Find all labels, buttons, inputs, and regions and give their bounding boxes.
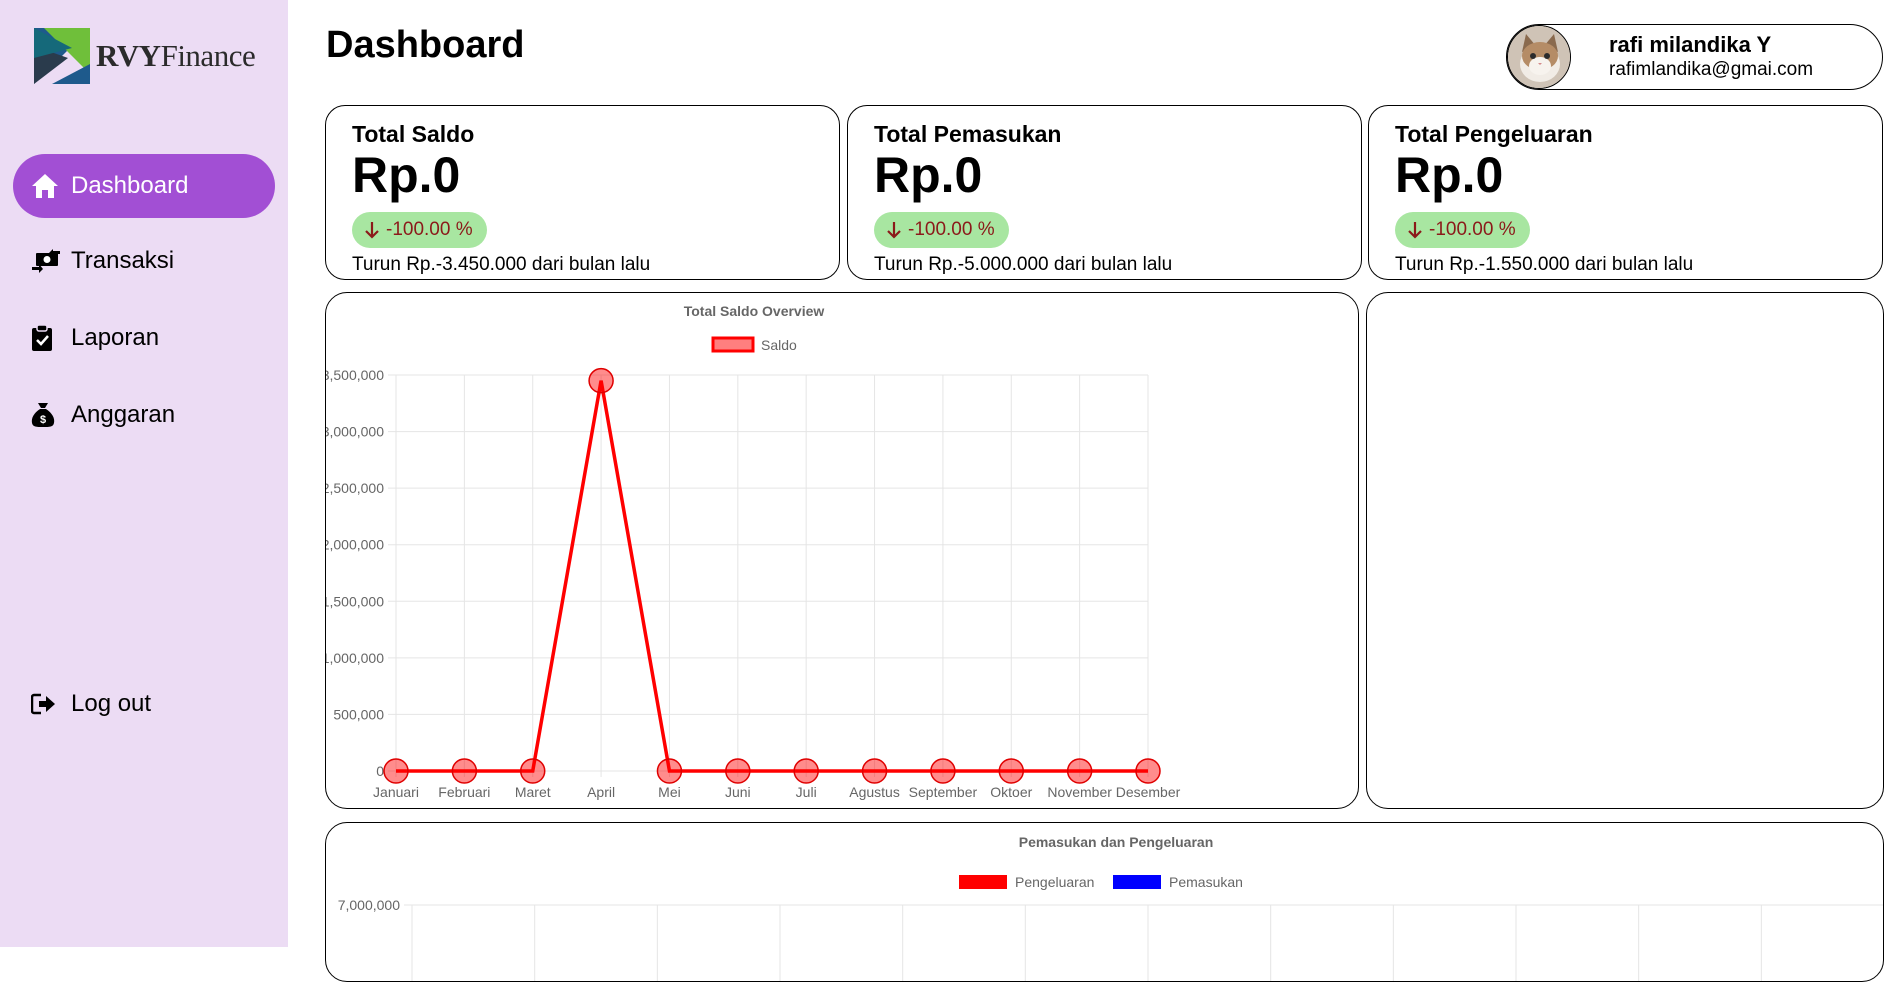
x-tick-label: Desember (1116, 784, 1181, 800)
x-tick-label: November (1047, 784, 1112, 800)
stat-card-total-pengeluaran: Total Pengeluaran Rp.0 -100.00 % Turun R… (1368, 105, 1883, 280)
legend-label: Pemasukan (1169, 874, 1243, 890)
x-tick-label: September (909, 784, 978, 800)
sidebar-item-label: Dashboard (71, 172, 189, 199)
income-expense-chart-card: Pemasukan dan Pengeluaran Pengeluaran Pema… (325, 822, 1884, 982)
logout-icon (31, 690, 63, 718)
change-badge-text: -100.00 % (908, 219, 995, 240)
app-logo[interactable]: RVYFinance (34, 28, 256, 84)
logo-text: RVYFinance (96, 38, 256, 73)
stat-card-total-saldo: Total Saldo Rp.0 -100.00 % Turun Rp.-3.4… (325, 105, 840, 280)
x-tick-label: Februari (438, 784, 490, 800)
sidebar-item-dashboard[interactable]: Dashboard (13, 154, 275, 218)
stat-value: Rp.0 (874, 147, 983, 203)
main-content: Dashboard rafi milandika Y rafimlandika@… (288, 0, 1891, 982)
stat-value: Rp.0 (1395, 147, 1504, 203)
y-tick-label: 7,000,000 (338, 897, 400, 913)
change-badge: -100.00 % (352, 212, 487, 248)
stat-note: Turun Rp.-1.550.000 dari bulan lalu (1395, 254, 1694, 275)
data-point (998, 758, 1025, 784)
data-point (519, 758, 546, 784)
svg-text:$: $ (40, 414, 46, 426)
stat-value: Rp.0 (352, 147, 461, 203)
x-tick-label: Oktoer (990, 784, 1032, 800)
data-point (451, 758, 478, 784)
series-line-saldo (396, 380, 1148, 773)
x-tick-label: Agustus (849, 784, 900, 800)
sidebar-item-laporan[interactable]: Laporan (13, 306, 275, 370)
data-point (383, 758, 409, 784)
money-transfer-icon (31, 247, 63, 275)
side-chart-card (1366, 292, 1884, 809)
data-point (588, 367, 614, 394)
data-point (930, 758, 956, 784)
x-tick-label: April (587, 784, 615, 800)
saldo-chart-card: Total Saldo Overview Saldo 3,500,000 3,000,… (325, 292, 1359, 809)
stat-note: Turun Rp.-5.000.000 dari bulan lalu (874, 254, 1173, 275)
user-profile[interactable]: rafi milandika Y rafimlandika@gmai.com (1506, 24, 1883, 90)
y-tick-label: 0 (376, 763, 384, 779)
x-tick-label: Mei (658, 784, 681, 800)
sidebar-item-label: Transaksi (71, 247, 175, 274)
data-point (793, 758, 819, 784)
clipboard-check-icon (31, 324, 63, 352)
y-tick-label: 3,500,000 (326, 367, 384, 383)
profile-email: rafimlandika@gmai.com (1609, 59, 1814, 80)
change-badge-text: -100.00 % (386, 219, 473, 240)
legend-label: Pengeluaran (1015, 874, 1094, 890)
home-icon (31, 172, 63, 200)
chart-title: Total Saldo Overview (684, 303, 825, 319)
stat-label: Total Saldo (352, 121, 475, 147)
stat-label: Total Pemasukan (874, 121, 1062, 147)
x-tick-label: Juli (796, 784, 817, 800)
arrow-down-icon (1408, 222, 1422, 239)
y-tick-label: 1,000,000 (326, 650, 384, 666)
data-point (1066, 758, 1093, 784)
x-tick-label: Januari (373, 784, 419, 800)
chart-title: Pemasukan dan Pengeluaran (1019, 834, 1214, 850)
sidebar: RVYFinance Dashboard Transaksi Laporan $… (0, 0, 288, 947)
y-tick-label: 500,000 (333, 706, 384, 722)
stat-note: Turun Rp.-3.450.000 dari bulan lalu (352, 254, 651, 275)
change-badge: -100.00 % (874, 212, 1009, 248)
money-bag-icon: $ (31, 401, 63, 429)
data-point (861, 758, 888, 784)
logout-label: Log out (71, 690, 152, 717)
page-title: Dashboard (326, 24, 525, 66)
stat-card-total-pemasukan: Total Pemasukan Rp.0 -100.00 % Turun Rp.… (847, 105, 1362, 280)
data-point (725, 758, 751, 784)
saldo-line-chart: Total Saldo Overview Saldo 3,500,000 3,000,… (326, 303, 1181, 800)
logo-mark-icon (34, 28, 90, 84)
data-point (656, 758, 683, 784)
change-badge: -100.00 % (1395, 212, 1530, 248)
y-tick-label: 2,000,000 (326, 537, 384, 553)
y-tick-label: 3,000,000 (326, 424, 384, 440)
legend-swatch (711, 336, 755, 353)
y-tick-label: 2,500,000 (326, 480, 384, 496)
data-point (1135, 758, 1161, 784)
arrow-down-icon (365, 222, 379, 239)
sidebar-item-label: Laporan (71, 324, 160, 351)
x-tick-label: Maret (515, 784, 551, 800)
stat-label: Total Pengeluaran (1395, 121, 1593, 147)
sidebar-item-label: Anggaran (71, 401, 176, 428)
sidebar-item-transaksi[interactable]: Transaksi (13, 229, 275, 293)
sidebar-item-anggaran[interactable]: $ Anggaran (13, 383, 275, 447)
avatar (1507, 25, 1571, 89)
y-tick-label: 1,500,000 (326, 593, 384, 609)
x-tick-label: Juni (725, 784, 751, 800)
legend-label: Saldo (761, 337, 797, 353)
legend-swatch-pengeluaran (959, 875, 1007, 889)
profile-info: rafi milandika Y rafimlandika@gmai.com (1609, 32, 1813, 82)
change-badge-text: -100.00 % (1429, 219, 1516, 240)
legend-swatch-pemasukan (1113, 875, 1161, 889)
income-expense-bar-chart: Pemasukan dan Pengeluaran Pengeluaran Pema… (338, 834, 1883, 981)
arrow-down-icon (887, 222, 901, 239)
profile-name: rafi milandika Y (1609, 32, 1772, 57)
logout-button[interactable]: Log out (13, 672, 275, 736)
